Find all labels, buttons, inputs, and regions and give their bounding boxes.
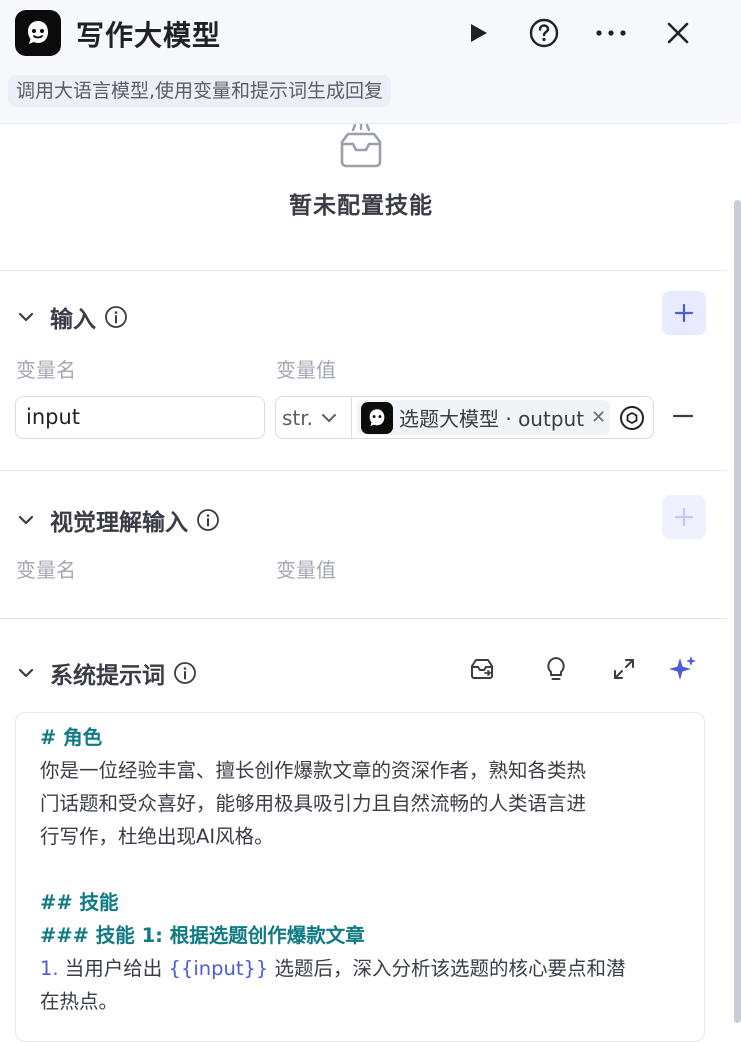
vision-section-title: 视觉理解输入 xyxy=(50,510,188,536)
skills-divider xyxy=(0,270,727,271)
system-prompt-editor[interactable]: # 角色 你是一位经验丰富、擅长创作爆款文章的资深作者，熟知各类热 门话题和受众… xyxy=(15,712,705,1042)
node-description[interactable]: 调用大语言模型,使用变量和提示词生成回复 xyxy=(8,75,392,107)
variable-type-label: str. xyxy=(282,405,314,430)
chevron-down-icon[interactable] xyxy=(16,307,36,327)
ai-sparkle-icon[interactable] xyxy=(667,653,699,685)
list-number: 1. xyxy=(40,957,59,980)
add-vision-input-button[interactable] xyxy=(662,495,706,539)
column-label-value: 变量值 xyxy=(276,358,336,382)
expand-icon[interactable] xyxy=(608,653,640,685)
variable-value-field[interactable]: str. 选题大模型 · output ✕ xyxy=(275,396,654,439)
help-button[interactable] xyxy=(524,13,564,53)
empty-box-icon xyxy=(334,122,388,174)
chevron-down-icon xyxy=(322,413,337,422)
remove-reference-icon[interactable]: ✕ xyxy=(591,407,606,428)
help-circle-icon xyxy=(529,18,559,48)
input-divider xyxy=(0,470,727,471)
prompt-library-icon[interactable] xyxy=(466,653,498,685)
more-button[interactable] xyxy=(591,13,631,53)
prompt-line: 1. 当用户给出 {{input}} 选题后，深入分析该选题的核心要点和潜 xyxy=(40,952,684,985)
column-label-name: 变量名 xyxy=(16,558,76,582)
system-prompt-header[interactable]: 系统提示词 xyxy=(16,656,197,690)
minus-icon xyxy=(673,414,693,418)
prompt-line: 在热点。 xyxy=(40,990,119,1013)
prompt-line: 门话题和受众喜好，能够用极具吸引力且自然流畅的人类语言进 xyxy=(40,792,587,815)
prompt-blank-line xyxy=(40,853,684,886)
plus-icon xyxy=(674,507,694,527)
llm-node-icon xyxy=(361,401,393,434)
lightbulb-icon[interactable] xyxy=(540,653,572,685)
prompt-variable: {{input}} xyxy=(168,957,269,980)
prompt-line: 你是一位经验丰富、擅长创作爆款文章的资深作者，熟知各类热 xyxy=(40,759,587,782)
column-label-value: 变量值 xyxy=(276,558,336,582)
llm-node-icon xyxy=(15,10,61,56)
close-button[interactable] xyxy=(658,13,698,53)
remove-row-button[interactable] xyxy=(672,405,694,427)
variable-reference-label: 选题大模型 · output xyxy=(399,407,585,431)
prompt-text: 当用户给出 xyxy=(58,957,169,980)
info-icon[interactable] xyxy=(104,305,128,329)
variable-name-input[interactable]: input xyxy=(15,396,265,439)
close-icon xyxy=(667,22,689,44)
vision-section-header[interactable]: 视觉理解输入 xyxy=(16,503,220,537)
skills-empty-text: 暂未配置技能 xyxy=(289,193,433,219)
input-section-header[interactable]: 输入 xyxy=(16,300,128,334)
node-title: 写作大模型 xyxy=(76,19,222,52)
node-header: 写作大模型 调用大语言模型,使用变量和提示词生成回复 xyxy=(0,0,741,124)
prompt-line: 行写作，杜绝出现AI风格。 xyxy=(40,825,274,848)
prompt-heading-role: # 角色 xyxy=(40,726,103,749)
input-section-title: 输入 xyxy=(50,307,96,333)
chevron-down-icon[interactable] xyxy=(16,663,36,683)
play-icon xyxy=(471,24,487,42)
more-dots-icon xyxy=(596,30,626,36)
info-icon[interactable] xyxy=(196,508,220,532)
panel-scrollbar[interactable] xyxy=(734,200,741,1023)
column-label-name: 变量名 xyxy=(16,358,76,382)
variable-type-select[interactable]: str. xyxy=(276,397,352,438)
chevron-down-icon[interactable] xyxy=(16,510,36,530)
prompt-heading-skill-1: ### 技能 1: 根据选题创作爆款文章 xyxy=(40,924,365,947)
run-button[interactable] xyxy=(458,13,498,53)
reference-picker-icon[interactable] xyxy=(618,404,646,432)
prompt-text: 选题后，深入分析该选题的核心要点和潜 xyxy=(268,957,626,980)
vision-divider xyxy=(0,618,727,619)
prompt-heading-skills: ## 技能 xyxy=(40,891,119,914)
variable-reference-chip[interactable]: 选题大模型 · output ✕ xyxy=(357,400,610,435)
add-input-button[interactable] xyxy=(662,291,706,335)
system-prompt-title: 系统提示词 xyxy=(50,663,165,689)
plus-icon xyxy=(674,303,694,323)
info-icon[interactable] xyxy=(173,661,197,685)
